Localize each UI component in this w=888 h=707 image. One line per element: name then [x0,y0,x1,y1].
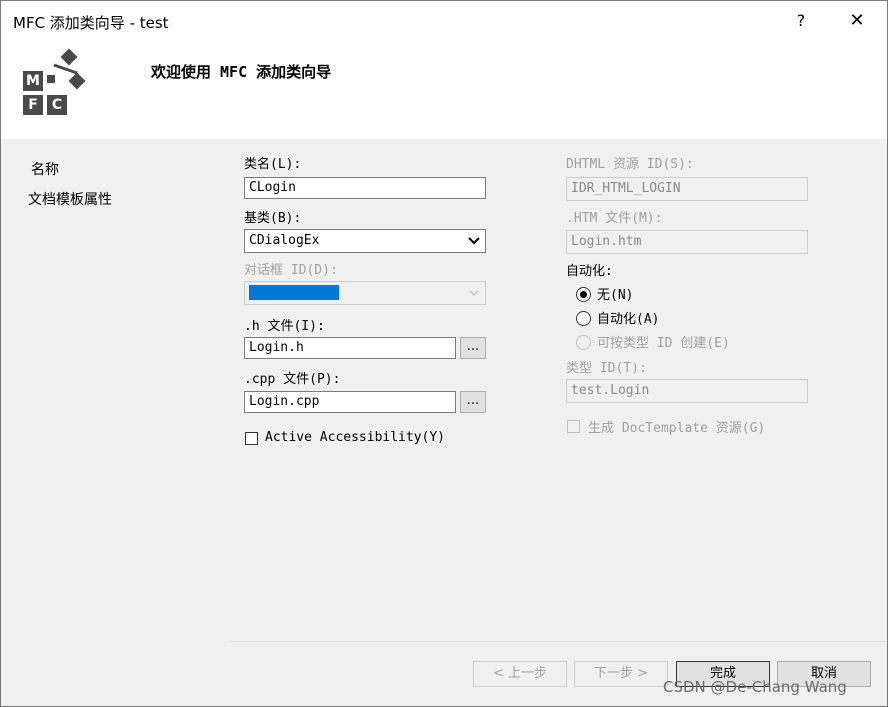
mfc-logo-icon: M F C [21,47,91,117]
form-panel: 类名(L): CLogin 基类(B): CDialogEx 对话框 ID(D)… [229,139,887,641]
automation-auto-label: 自动化(A) [597,312,660,327]
wizard-header: M F C 欢迎使用 MFC 添加类向导 [1,41,887,139]
class-name-input[interactable]: CLogin [244,177,486,199]
h-file-input[interactable]: Login.h [244,337,456,359]
class-name-label: 类名(L): [244,157,302,172]
dialog-id-combo: IDD_DIALOG1 [244,281,486,305]
close-button[interactable]: ✕ [839,7,875,35]
type-id-label: 类型 ID(T): [566,361,647,376]
h-file-browse-button[interactable]: ... [460,337,486,359]
dialog-window: MFC 添加类向导 - test ? ✕ M F C 欢迎使用 MFC 添加类向… [0,0,888,707]
help-button[interactable]: ? [786,7,816,35]
banner-title: 欢迎使用 MFC 添加类向导 [151,63,332,81]
title-bar: MFC 添加类向导 - test ? ✕ [1,1,887,41]
automation-creatable-radio [576,335,591,350]
automation-none-radio[interactable] [576,287,591,302]
back-button: < 上一步 [473,661,567,687]
cpp-file-input[interactable]: Login.cpp [244,391,456,413]
base-class-combo[interactable]: CDialogEx [244,229,486,253]
type-id-input: test.Login [566,379,808,403]
next-button: 下一步 > [574,661,668,687]
active-accessibility-label: Active Accessibility(Y) [265,430,446,445]
cpp-file-label: .cpp 文件(P): [244,372,341,387]
wizard-nav: 名称 文档模板属性 [1,139,229,706]
htm-file-label: .HTM 文件(M): [566,211,663,226]
automation-none-label: 无(N) [597,288,634,303]
active-accessibility-checkbox[interactable] [245,432,258,445]
doc-template-label: 生成 DocTemplate 资源(G) [588,421,766,436]
csdn-watermark: CSDN @De-Chang Wang [663,678,847,696]
dhtml-id-input: IDR_HTML_LOGIN [566,177,808,201]
h-file-label: .h 文件(I): [244,319,325,334]
cpp-file-browse-button[interactable]: ... [460,391,486,413]
chevron-down-icon [467,233,481,255]
dialog-id-value: IDD_DIALOG1 [249,285,340,300]
automation-auto-radio[interactable] [576,311,591,326]
nav-item-name[interactable]: 名称 [31,159,59,179]
chevron-down-icon [467,285,481,307]
doc-template-checkbox [567,420,580,433]
dialog-id-label: 对话框 ID(D): [244,263,338,278]
nav-item-doc-template[interactable]: 文档模板属性 [28,189,112,209]
logo-letter-f: F [23,95,43,115]
base-class-value: CDialogEx [249,233,320,248]
automation-creatable-label: 可按类型 ID 创建(E) [597,336,730,351]
base-class-label: 基类(B): [244,211,302,226]
logo-letter-c: C [47,95,67,115]
dhtml-id-label: DHTML 资源 ID(S): [566,157,694,172]
footer-divider [229,641,887,642]
window-title: MFC 添加类向导 - test [13,14,169,32]
htm-file-input: Login.htm [566,230,808,254]
automation-label: 自动化: [566,264,613,279]
logo-letter-m: M [23,71,43,91]
